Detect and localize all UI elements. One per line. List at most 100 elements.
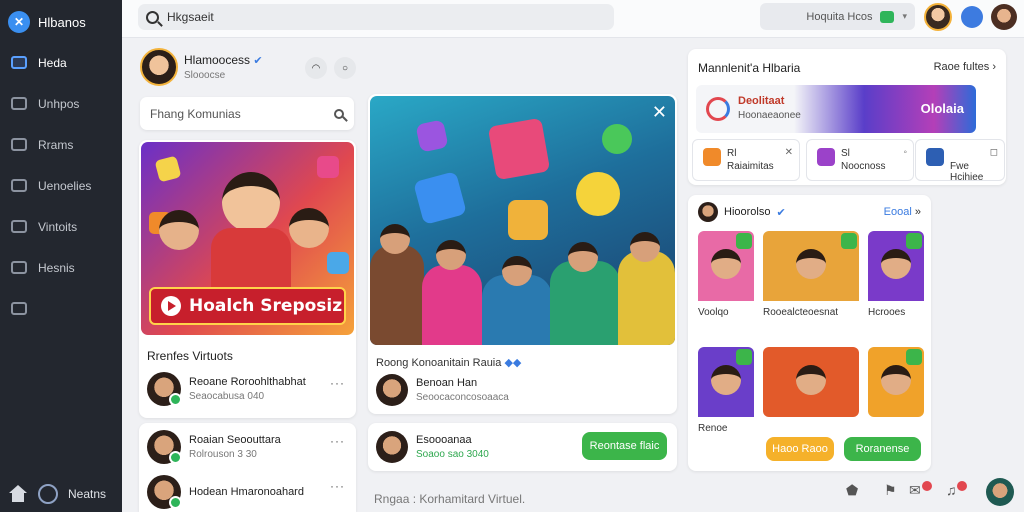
brand[interactable]: ✕ Hlbanos (0, 0, 122, 36)
person-name: Roaian Seoouttara (189, 434, 281, 446)
media-thumb[interactable]: Voolqo (698, 231, 754, 318)
top-pill-label: Hoquita Hcos (806, 10, 873, 23)
close-icon[interactable]: ✕ (652, 102, 667, 123)
search-icon (146, 10, 159, 24)
media-header[interactable]: Hioorolso ✔ (698, 202, 786, 222)
sidebar-item-building[interactable] (0, 288, 122, 329)
join-button[interactable]: Reontase flaic (582, 432, 667, 460)
media-card: Hioorolso ✔ Eooal » Voolqo Rooealcteoesn… (688, 195, 931, 471)
chevron-down-icon: ▾ (902, 11, 907, 21)
sidebar-footer-label[interactable]: Neatns (68, 487, 106, 501)
media-thumb[interactable]: Rooealcteoesnat (763, 231, 859, 318)
badge-icon (841, 233, 857, 249)
profile-header[interactable]: Hlamoocess ✔ Slooocse (140, 48, 263, 86)
thumb-caption: Rooealcteoesnat (763, 307, 839, 318)
avatar (140, 48, 178, 86)
building-icon (10, 300, 28, 318)
mail-icon[interactable]: ✉ (909, 482, 921, 499)
circle-icon[interactable]: ○ (334, 57, 356, 79)
media-thumb[interactable]: Hcrooes (868, 231, 924, 318)
sidebar-item-label: Hesnis (38, 260, 75, 275)
feature-banner[interactable]: Hoalch Sreposiz (149, 287, 346, 325)
recommend-card: Mannlenit'a Hlbaria Raoe fultes › Deolit… (688, 49, 1006, 185)
community-search-placeholder: Fhang Komunias (150, 106, 241, 121)
folder-icon (10, 136, 28, 154)
sidebar-item-label: Rrams (38, 137, 74, 152)
user-avatar[interactable] (986, 478, 1014, 506)
topbar: Hkgsaeit Hoquita Hcos ▾ (122, 0, 1024, 38)
promo-title: Deolitaat (738, 95, 785, 107)
home-tile-icon (10, 54, 28, 72)
profile-name-row: Hlamoocess ✔ (184, 53, 263, 67)
avatar (147, 475, 182, 509)
media-link[interactable]: Eooal » (884, 206, 921, 218)
media-link-label: Eooal (883, 206, 912, 218)
author-sub: Seoocaconcosoaaca (416, 392, 509, 403)
recommend-title: Mannlenit'a Hlbaria (698, 61, 801, 75)
list-item[interactable]: Reoane Roroohlthabhat Seaocabusa 040 ··· (147, 372, 347, 406)
pen-icon (10, 177, 28, 195)
view-button[interactable]: Haoo Raoo (766, 437, 834, 461)
community-search-input[interactable]: Fhang Komunias (140, 97, 354, 130)
sidebar-item-vintoits[interactable]: Vintoits (0, 206, 122, 247)
media-thumb[interactable]: Renoe (698, 347, 754, 434)
feature-image[interactable]: Hoalch Sreposiz (141, 142, 354, 335)
media-thumb[interactable] (868, 347, 924, 417)
profile-avatar[interactable] (991, 4, 1017, 30)
list-item[interactable]: Roaian Seoouttara Rolrouson 3 30 ··· (147, 430, 347, 464)
sidebar-footer: Neatns (8, 484, 114, 504)
sidebar-item-unhpos[interactable]: Unhpos (0, 83, 122, 124)
category-tile[interactable]: Fwe Hcihiee ◻ (915, 139, 1005, 183)
see-all-link[interactable]: Raoe fultes › (934, 61, 996, 73)
house-icon[interactable] (8, 485, 28, 503)
category-tile[interactable]: Sl Noocnoss ◦ (806, 139, 914, 181)
brand-logo-icon: ✕ (8, 11, 30, 33)
close-icon[interactable]: ✕ (785, 147, 793, 158)
post-title-text: Roong Konoanitain Rauia (376, 357, 502, 369)
close-icon[interactable]: ◻ (990, 147, 998, 158)
follow-button[interactable]: Roranense (844, 437, 921, 461)
bell-icon[interactable]: ◠ (305, 57, 327, 79)
search-input[interactable]: Hkgsaeit (138, 4, 614, 30)
sidebar-nav: Heda Unhpos Rrams Uenoelies Vintoits Hes… (0, 42, 122, 329)
more-icon[interactable]: ··· (330, 376, 345, 390)
shield-icon[interactable]: ⬟ (846, 482, 858, 499)
category-count: Sl (841, 148, 850, 159)
avatar (376, 374, 408, 406)
flag-icon[interactable]: ⚑ (884, 482, 897, 499)
more-icon[interactable]: ··· (330, 434, 345, 448)
promo-banner[interactable]: Deolitaat Hoonaeaonee Ololaia (696, 85, 976, 133)
thumb-caption: Hcrooes (868, 307, 906, 318)
sidebar-item-label: Uenoelies (38, 178, 92, 193)
globe-icon (10, 218, 28, 236)
media-thumb[interactable] (763, 347, 859, 417)
community-logo-icon (38, 484, 58, 504)
top-pill-button[interactable]: Hoquita Hcos ▾ (760, 3, 915, 30)
sidebar-item-hesnis[interactable]: Hesnis (0, 247, 122, 288)
list-item[interactable]: Hodean Hmaronoahard ··· (147, 475, 347, 509)
emoji-icon: ◆◆ (504, 357, 522, 369)
author-name: Benoan Han (416, 377, 478, 389)
feature-banner-label: Hoalch Sreposiz (189, 296, 343, 316)
profile-name: Hlamoocess (184, 53, 251, 67)
feature-image[interactable]: ✕ (370, 96, 675, 345)
notification-dot (957, 481, 967, 491)
sidebar-item-heda[interactable]: Heda (0, 42, 122, 83)
brand-name: Hlbanos (38, 14, 86, 30)
user-avatar[interactable] (924, 3, 952, 31)
category-tile[interactable]: Rl Raiaimitas ✕ (692, 139, 800, 181)
people-card: Roaian Seoouttara Rolrouson 3 30 ··· Hod… (139, 423, 356, 512)
category-count: Rl (727, 148, 737, 159)
person-name: Reoane Roroohlthabhat (189, 376, 306, 388)
category-icon (703, 148, 721, 166)
sidebar-item-rrams[interactable]: Rrams (0, 124, 122, 165)
badge-icon (736, 233, 752, 249)
bell-icon[interactable]: ♫ (946, 482, 957, 498)
close-icon[interactable]: ◦ (903, 147, 907, 158)
sidebar-item-uenoelies[interactable]: Uenoelies (0, 165, 122, 206)
post-author[interactable]: Benoan Han Seoocaconcosoaaca (376, 374, 509, 406)
more-icon[interactable]: ··· (330, 479, 345, 493)
messenger-icon[interactable] (961, 6, 983, 28)
media-header-name: Hioorolso (724, 206, 771, 218)
person-sub: Seaocabusa 040 (189, 391, 265, 402)
